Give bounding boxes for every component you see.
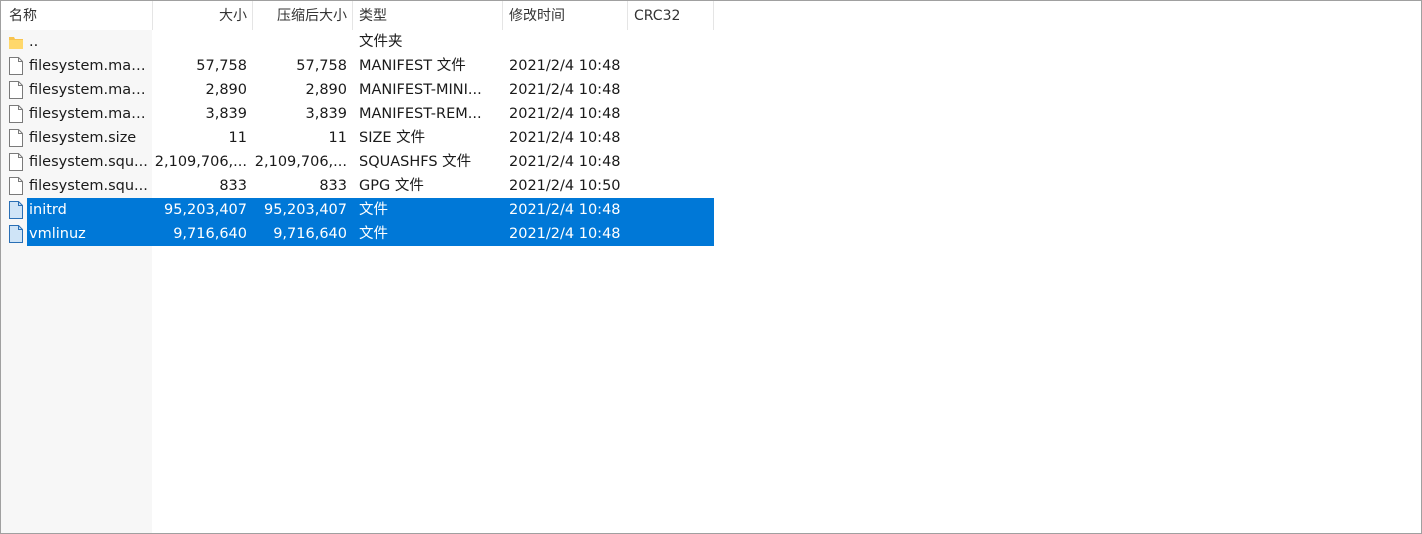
file-type: MANIFEST-MINI... — [359, 82, 482, 98]
file-icon — [9, 105, 23, 123]
file-name: filesystem.size — [29, 130, 137, 146]
file-row[interactable]: filesystem.man... 57,758 57,758 MANIFEST… — [1, 54, 714, 78]
file-modified: 2021/2/4 10:48 — [509, 82, 621, 98]
file-packed-size — [253, 30, 347, 54]
column-header-modified[interactable]: 修改时间 — [503, 1, 628, 30]
file-type: SQUASHFS 文件 — [359, 154, 472, 170]
file-row[interactable]: filesystem.man... 2,890 2,890 MANIFEST-M… — [1, 78, 714, 102]
file-modified: 2021/2/4 10:50 — [509, 178, 621, 194]
file-type: GPG 文件 — [359, 178, 424, 194]
file-icon — [9, 177, 23, 195]
file-crc32 — [634, 54, 714, 78]
file-type: MANIFEST-REM... — [359, 106, 482, 122]
file-size: 57,758 — [196, 58, 247, 74]
file-packed-size: 833 — [319, 178, 347, 194]
file-name: filesystem.squ... — [29, 154, 148, 170]
file-icon — [9, 225, 23, 243]
file-modified: 2021/2/4 10:48 — [509, 58, 621, 74]
file-type: SIZE 文件 — [359, 130, 426, 146]
file-size: 11 — [228, 130, 247, 146]
file-crc32 — [634, 174, 714, 198]
file-crc32 — [634, 222, 714, 246]
file-icon — [9, 201, 23, 219]
file-row[interactable]: initrd 95,203,407 95,203,407 文件 2021/2/4… — [1, 198, 714, 222]
file-name: filesystem.man... — [29, 82, 151, 98]
file-packed-size: 3,839 — [305, 106, 347, 122]
file-crc32 — [634, 30, 714, 54]
file-icon — [9, 129, 23, 147]
file-name: filesystem.man... — [29, 58, 151, 74]
column-header-name[interactable]: 名称 ⌃ — [1, 1, 153, 30]
file-modified: 2021/2/4 10:48 — [509, 226, 621, 242]
file-modified: 2021/2/4 10:48 — [509, 130, 621, 146]
file-crc32 — [634, 198, 714, 222]
file-name: vmlinuz — [29, 226, 86, 242]
file-size — [153, 30, 247, 54]
file-icon — [9, 153, 23, 171]
archive-file-list: 名称 ⌃ 大小 压缩后大小 类型 修改时间 CRC32 .. 文件夹 files… — [0, 0, 1422, 534]
file-crc32 — [634, 102, 714, 126]
file-row[interactable]: filesystem.size 11 11 SIZE 文件 2021/2/4 1… — [1, 126, 714, 150]
file-size: 2,109,706,... — [154, 154, 247, 170]
file-type: 文件夹 — [359, 34, 403, 50]
file-name: filesystem.squ... — [29, 178, 148, 194]
file-packed-size: 57,758 — [296, 58, 347, 74]
file-packed-size: 11 — [328, 130, 347, 146]
file-packed-size: 2,109,706,... — [254, 154, 347, 170]
file-icon — [9, 57, 23, 75]
file-modified: 2021/2/4 10:48 — [509, 202, 621, 218]
file-packed-size: 2,890 — [305, 82, 347, 98]
file-row[interactable]: filesystem.squ... 2,109,706,... 2,109,70… — [1, 150, 714, 174]
file-size: 95,203,407 — [163, 202, 247, 218]
file-crc32 — [634, 150, 714, 174]
column-header-size[interactable]: 大小 — [153, 1, 253, 30]
file-row[interactable]: filesystem.squ... 833 833 GPG 文件 2021/2/… — [1, 174, 714, 198]
column-header-type[interactable]: 类型 — [353, 1, 503, 30]
file-crc32 — [634, 78, 714, 102]
file-modified — [509, 30, 627, 54]
file-modified: 2021/2/4 10:48 — [509, 106, 621, 122]
file-crc32 — [634, 126, 714, 150]
file-size: 2,890 — [205, 82, 247, 98]
file-rows: .. 文件夹 filesystem.man... 57,758 57,758 M… — [1, 30, 714, 246]
column-header-name-label: 名称 — [9, 8, 37, 24]
file-modified: 2021/2/4 10:48 — [509, 154, 621, 170]
file-row[interactable]: .. 文件夹 — [1, 30, 714, 54]
file-name: initrd — [29, 202, 67, 218]
file-row[interactable]: filesystem.man... 3,839 3,839 MANIFEST-R… — [1, 102, 714, 126]
folder-icon — [9, 37, 23, 49]
file-packed-size: 9,716,640 — [273, 226, 347, 242]
file-name: .. — [29, 34, 39, 50]
sort-ascending-icon: ⌃ — [71, 1, 80, 8]
column-header-packed-size[interactable]: 压缩后大小 — [253, 1, 353, 30]
column-header-crc32[interactable]: CRC32 — [628, 1, 714, 30]
file-type: 文件 — [359, 226, 388, 242]
file-row[interactable]: vmlinuz 9,716,640 9,716,640 文件 2021/2/4 … — [1, 222, 714, 246]
file-icon — [9, 81, 23, 99]
file-name: filesystem.man... — [29, 106, 151, 122]
file-size: 3,839 — [205, 106, 247, 122]
file-type: MANIFEST 文件 — [359, 58, 466, 74]
file-size: 833 — [219, 178, 247, 194]
file-type: 文件 — [359, 202, 388, 218]
column-header-bar: 名称 ⌃ 大小 压缩后大小 类型 修改时间 CRC32 — [1, 1, 714, 30]
file-size: 9,716,640 — [173, 226, 247, 242]
file-packed-size: 95,203,407 — [263, 202, 347, 218]
